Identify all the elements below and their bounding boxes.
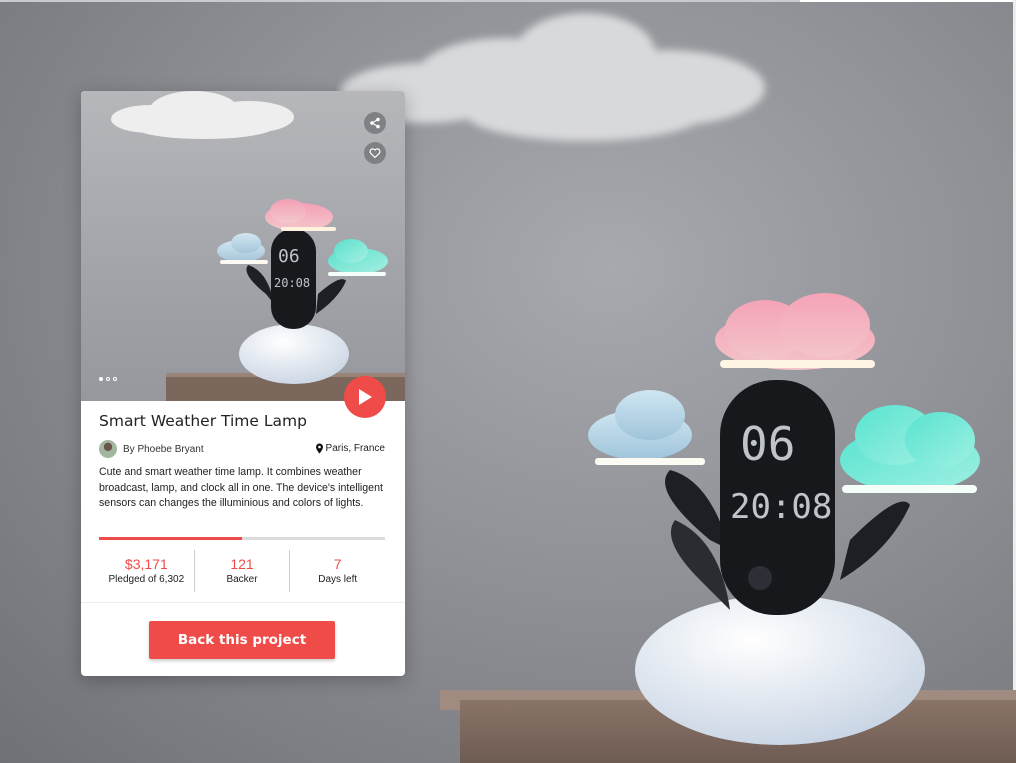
favorite-button[interactable] — [364, 142, 386, 164]
pledged-label: Pledged of 6,302 — [108, 574, 185, 585]
stat-pledged: $3,171 Pledged of 6,302 — [99, 550, 194, 592]
cloud-image — [111, 91, 294, 139]
map-pin-icon — [315, 443, 323, 454]
product-image-carousel[interactable]: 06 20:08 — [81, 91, 405, 401]
stat-days-left: 7 Days left — [289, 550, 385, 592]
funding-progress-fill — [99, 537, 242, 540]
author-info[interactable]: By Phoebe Bryant — [99, 440, 204, 458]
location-text: Paris, France — [325, 443, 385, 454]
backer-label: Backer — [226, 574, 258, 585]
heart-icon — [369, 148, 381, 159]
backer-count: 121 — [230, 556, 254, 572]
carousel-dot[interactable] — [99, 377, 103, 381]
author-name[interactable]: By Phoebe Bryant — [123, 444, 204, 455]
share-icon — [370, 117, 380, 129]
carousel-dot[interactable] — [113, 377, 117, 381]
pledged-amount: $3,171 — [124, 556, 168, 572]
days-left-label: Days left — [318, 574, 358, 585]
share-button[interactable] — [364, 112, 386, 134]
play-icon — [359, 389, 372, 405]
project-card: 06 20:08 Smart Weather Time Lamp By Phoe… — [81, 91, 405, 676]
avatar[interactable] — [99, 440, 117, 458]
svg-text:06: 06 — [740, 417, 795, 471]
lamp-display-hour: 06 — [278, 246, 300, 267]
background-lamp-image: 06 20:08 — [588, 293, 980, 745]
lamp-product-image: 06 20:08 — [217, 199, 388, 384]
play-video-button[interactable] — [344, 376, 386, 418]
location: Paris, France — [315, 443, 385, 454]
days-left-count: 7 — [333, 556, 342, 572]
project-description: Cute and smart weather time lamp. It com… — [99, 466, 383, 509]
divider — [81, 602, 405, 603]
lamp-display-time: 20:08 — [274, 276, 310, 290]
background-edge — [0, 0, 800, 2]
project-stats: $3,171 Pledged of 6,302 121 Backer 7 Day… — [99, 550, 385, 592]
svg-text:20:08: 20:08 — [730, 487, 832, 527]
carousel-dot[interactable] — [106, 377, 110, 381]
stat-backers: 121 Backer — [193, 550, 290, 592]
carousel-indicators — [99, 377, 117, 381]
funding-progress-bar — [99, 537, 385, 540]
background-edge — [800, 0, 1016, 2]
project-title: Smart Weather Time Lamp — [99, 412, 307, 430]
back-project-button[interactable]: Back this project — [149, 621, 335, 659]
